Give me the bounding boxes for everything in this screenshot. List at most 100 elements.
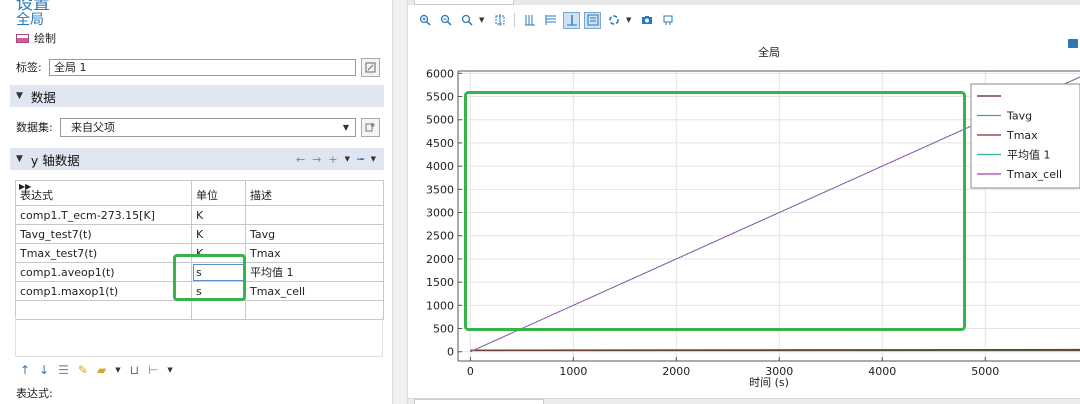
zoom-out-icon[interactable] xyxy=(437,12,454,29)
graphics-tab-strip xyxy=(408,0,1080,5)
y-tick-label: 3500 xyxy=(426,183,454,196)
column-header-expression[interactable]: ▶▶ 表达式 xyxy=(15,180,192,206)
cell-unit[interactable]: K xyxy=(191,224,246,244)
graphics-tab[interactable] xyxy=(414,0,514,5)
expand-icon[interactable] xyxy=(1068,39,1078,48)
x-tick-label: 5000 xyxy=(971,365,999,378)
legend-icon[interactable] xyxy=(584,11,601,29)
y-data-toolbar: ← → + ▼ ╼ ▼ xyxy=(296,148,376,170)
table-row[interactable]: Tmax_test7(t) K Tmax xyxy=(15,243,384,263)
label-input[interactable] xyxy=(49,58,356,76)
y-tick-label: 6000 xyxy=(426,67,454,80)
node-title: 全局 xyxy=(16,12,44,28)
y-tick-label: 4500 xyxy=(426,137,454,150)
dataset-select[interactable]: 来自父项 ▼ xyxy=(60,117,356,137)
y-tick-label: 4000 xyxy=(426,160,454,173)
cell-expression[interactable]: comp1.aveop1(t) xyxy=(15,262,192,282)
cell-unit[interactable]: s xyxy=(191,262,246,282)
x-axis-icon[interactable] xyxy=(521,12,538,29)
cell-unit[interactable]: K xyxy=(191,243,246,263)
cell-description[interactable]: 平均值 1 xyxy=(245,262,384,282)
zoom-in-icon[interactable] xyxy=(416,12,433,29)
dataset-row: 数据集: 来自父项 ▼ xyxy=(16,117,382,137)
add-dataset-icon[interactable] xyxy=(361,117,380,137)
y-data-table: ▶▶ 表达式 单位 描述 comp1.T_ecm-273.15[K] K Tav… xyxy=(15,180,384,320)
folder-icon[interactable]: ▰ xyxy=(97,363,106,377)
expression-caption: 表达式: xyxy=(16,387,53,400)
table-row[interactable]: comp1.T_ecm-273.15[K] K xyxy=(15,205,384,225)
clear-icon[interactable]: ╼ xyxy=(357,153,364,166)
cell-expression[interactable]: Tavg_test7(t) xyxy=(15,224,192,244)
bottom-tab-strip xyxy=(408,398,1080,404)
arrow-left-icon[interactable]: ← xyxy=(296,153,305,166)
y-tick-label: 2000 xyxy=(426,253,454,266)
settings-panel: 设置 全局 绘制 标签: ▼ 数据 数据集: 来自父项 ▼ ▼ y 轴数据 ← … xyxy=(0,0,392,404)
table-row[interactable]: comp1.aveop1(t) s 平均值 1 xyxy=(15,262,384,282)
chart-title: 全局 xyxy=(758,45,780,59)
table-toolbar: ↑ ↓ ☰ ✎ ▰ ▼ ⊔ ⊢ ▼ xyxy=(20,363,173,377)
plot-button-label: 绘制 xyxy=(34,32,56,45)
plot-canvas[interactable]: 全局 0 500 1000 1500 2000 2500 3000 3500 4000 4500 50… xyxy=(408,38,1080,396)
camera-icon[interactable] xyxy=(638,12,655,29)
section-y-data[interactable]: ▼ y 轴数据 ← → + ▼ ╼ ▼ xyxy=(10,148,384,170)
caret-icon[interactable]: ▼ xyxy=(626,16,634,24)
section-data[interactable]: ▼ 数据 xyxy=(10,85,384,107)
cell-description[interactable]: Tmax_cell xyxy=(245,281,384,301)
column-header-description[interactable]: 描述 xyxy=(245,180,384,206)
table-row[interactable]: Tavg_test7(t) K Tavg xyxy=(15,224,384,244)
x-tick-label: 4000 xyxy=(868,365,896,378)
save-icon[interactable]: ⊔ xyxy=(130,363,139,377)
panel-splitter[interactable] xyxy=(392,0,408,404)
arrow-right-icon[interactable]: → xyxy=(312,153,321,166)
cell-unit[interactable]: K xyxy=(191,205,246,225)
plot-button[interactable]: 绘制 xyxy=(16,30,56,46)
graphics-panel: ▼ ▼ 全局 0 500 1000 1500 2000 2500 3000 3500 4000 45… xyxy=(408,0,1080,404)
legend-entry: Tavg xyxy=(1006,110,1032,123)
cell-description[interactable] xyxy=(245,205,384,225)
series-line xyxy=(470,348,1080,351)
x-tick-label: 0 xyxy=(467,365,474,378)
caret-icon[interactable]: ▼ xyxy=(371,155,376,163)
list-icon[interactable]: ☰ xyxy=(58,363,69,377)
caret-icon[interactable]: ▼ xyxy=(479,16,487,24)
table-add-icon[interactable]: ⊢ xyxy=(148,363,158,377)
brush-icon[interactable]: ✎ xyxy=(78,363,88,377)
collapse-icon: ▼ xyxy=(16,154,23,164)
x-tick-label: 1000 xyxy=(559,365,587,378)
caret-icon[interactable]: ▼ xyxy=(345,155,350,163)
y-tick-label: 0 xyxy=(447,346,454,359)
table-row[interactable]: comp1.maxop1(t) s Tmax_cell xyxy=(15,281,384,301)
plus-icon[interactable]: + xyxy=(328,153,337,166)
caret-icon[interactable]: ▼ xyxy=(167,366,172,374)
graphics-toolbar: ▼ ▼ xyxy=(416,10,676,30)
y-axis-icon[interactable] xyxy=(542,12,559,29)
link-icon[interactable] xyxy=(605,12,622,29)
x-tick-label: 2000 xyxy=(662,365,690,378)
plot-icon xyxy=(16,33,29,43)
zoom-box-icon[interactable] xyxy=(458,12,475,29)
move-down-icon[interactable]: ↓ xyxy=(39,363,49,377)
cell-expression[interactable]: comp1.T_ecm-273.15[K] xyxy=(15,205,192,225)
export-icon[interactable] xyxy=(659,12,676,29)
column-header-unit[interactable]: 单位 xyxy=(191,180,246,206)
grid-icon[interactable] xyxy=(563,11,580,29)
legend-entry: 平均值 1 xyxy=(1007,149,1051,162)
cell-expression[interactable]: comp1.maxop1(t) xyxy=(15,281,192,301)
y-tick-label: 1500 xyxy=(426,276,454,289)
caret-icon[interactable]: ▼ xyxy=(115,366,120,374)
cell-description[interactable]: Tmax xyxy=(245,243,384,263)
cell-expression[interactable]: Tmax_test7(t) xyxy=(15,243,192,263)
legend-entry: Tmax_cell xyxy=(1006,168,1062,181)
move-up-icon[interactable]: ↑ xyxy=(20,363,30,377)
dataset-value: 来自父项 xyxy=(71,121,115,134)
zoom-extents-icon[interactable] xyxy=(491,12,508,29)
y-tick-label: 2500 xyxy=(426,230,454,243)
legend-entry: Tmax xyxy=(1006,129,1038,142)
bottom-tab[interactable] xyxy=(414,399,544,404)
double-chevron-icon: ▶▶ xyxy=(19,182,32,191)
cell-description[interactable]: Tavg xyxy=(245,224,384,244)
cell-unit[interactable]: s xyxy=(191,281,246,301)
y-tick-label: 500 xyxy=(433,323,454,336)
edit-label-icon[interactable] xyxy=(361,57,380,77)
y-tick-label: 1000 xyxy=(426,299,454,312)
